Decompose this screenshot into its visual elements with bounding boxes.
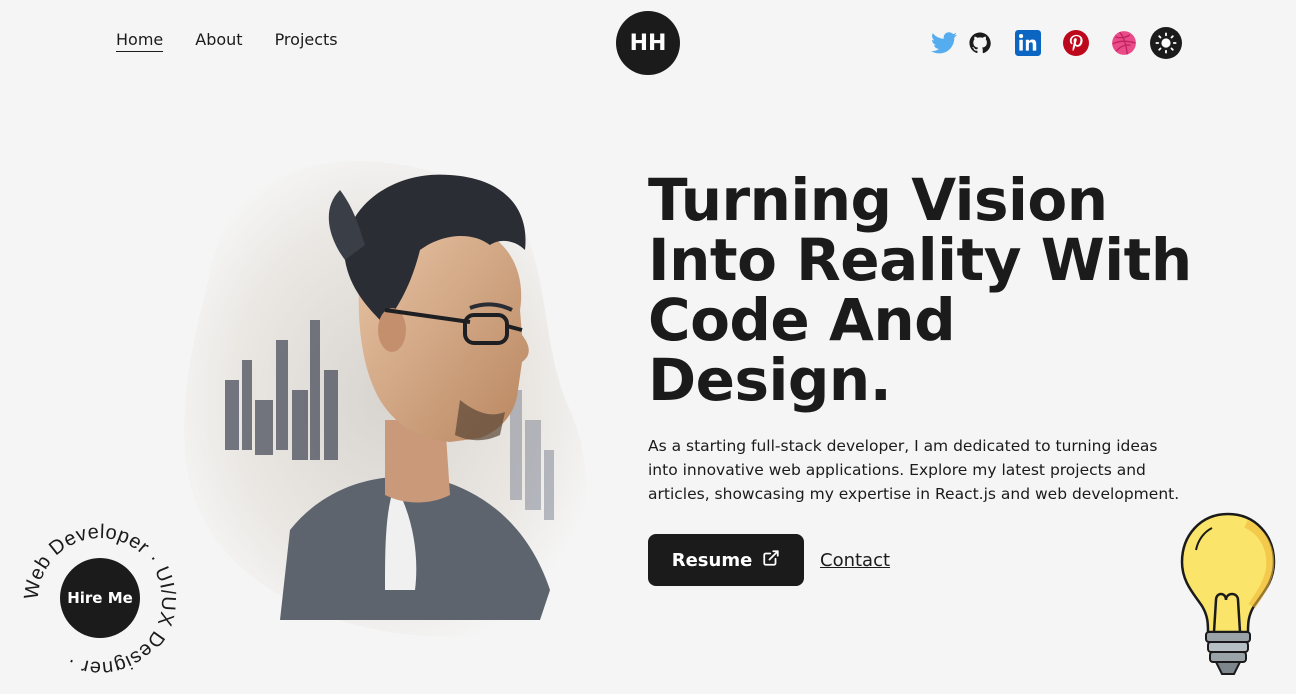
hero-headline: Turning Vision Into Reality With Code An… (648, 166, 1192, 414)
pinterest-icon[interactable] (1054, 27, 1098, 59)
resume-button[interactable]: Resume (648, 534, 804, 586)
linkedin-icon[interactable] (1002, 27, 1054, 59)
dribbble-icon[interactable] (1098, 27, 1150, 59)
nav-about-link[interactable]: About (195, 30, 242, 52)
main-nav: Home About Projects (116, 30, 338, 52)
nav-home-link[interactable]: Home (116, 30, 164, 52)
external-link-icon (762, 549, 780, 572)
contact-link[interactable]: Contact (820, 550, 890, 571)
hero-section: Turning Vision Into Reality With Code An… (648, 170, 1208, 586)
github-icon[interactable] (958, 27, 1002, 59)
hero-actions: Resume Contact (648, 534, 1208, 586)
hire-me-badge: Web Developer · UI/UX Designer · Hire Me (20, 521, 178, 679)
hero-description: As a starting full-stack developer, I am… (648, 437, 1180, 503)
nav-projects-link[interactable]: Projects (275, 30, 338, 52)
lightbulb-icon (1176, 510, 1280, 682)
hire-me-button[interactable]: Hire Me (60, 558, 140, 638)
theme-toggle-icon[interactable] (1150, 27, 1182, 59)
resume-label: Resume (671, 549, 753, 571)
social-links (930, 27, 1182, 59)
logo[interactable]: HH (616, 11, 680, 75)
twitter-icon[interactable] (930, 27, 958, 59)
profile-portrait (170, 150, 600, 640)
